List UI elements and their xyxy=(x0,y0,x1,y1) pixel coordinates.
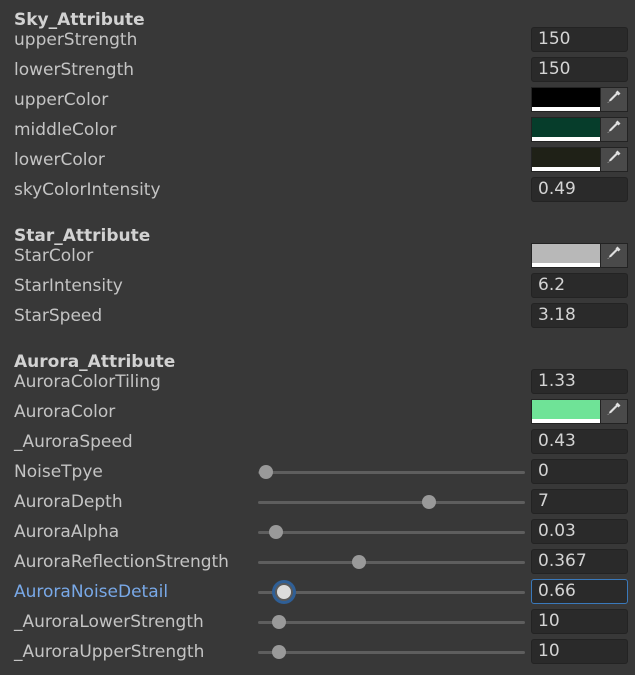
noise-type-slider-track[interactable] xyxy=(258,471,525,474)
label-aurora-color-tiling: AuroraColorTiling xyxy=(14,372,161,392)
label-aurora-speed: _AuroraSpeed xyxy=(14,432,133,452)
row-lower-color: lowerColor xyxy=(0,145,635,175)
aurora-lower-strength-field[interactable]: 10 xyxy=(531,609,628,634)
label-star-intensity: StarIntensity xyxy=(14,276,123,296)
label-lower-strength: lowerStrength xyxy=(14,60,135,80)
aurora-depth-slider-track[interactable] xyxy=(258,501,525,504)
aurora-depth-slider-thumb[interactable] xyxy=(422,495,437,509)
row-star-speed: StarSpeed 3.18 xyxy=(0,301,635,331)
star-color-fill xyxy=(532,244,600,264)
aurora-noise-detail-field[interactable]: 0.66 xyxy=(531,579,628,604)
aurora-upper-strength-slider-thumb[interactable] xyxy=(271,645,286,659)
aurora-noise-detail-slider-thumb[interactable] xyxy=(274,583,293,601)
lower-color-swatch[interactable] xyxy=(531,147,601,172)
aurora-alpha-field[interactable]: 0.03 xyxy=(531,519,628,544)
middle-color-fill xyxy=(532,118,600,138)
upper-color-eyedropper-button[interactable] xyxy=(601,87,628,112)
eyedropper-icon xyxy=(606,89,622,110)
label-aurora-depth: AuroraDepth xyxy=(14,492,123,512)
upper-color-alpha-bar xyxy=(532,107,600,111)
upper-strength-field[interactable]: 150 xyxy=(531,27,628,52)
aurora-color-swatch[interactable] xyxy=(531,399,601,424)
star-intensity-field[interactable]: 6.2 xyxy=(531,273,628,298)
label-lower-color: lowerColor xyxy=(14,150,105,170)
row-star-color: StarColor xyxy=(0,241,635,271)
row-aurora-noise-detail: AuroraNoiseDetail 0.66 xyxy=(0,577,635,607)
lower-color-fill xyxy=(532,148,600,168)
row-aurora-upper-strength: _AuroraUpperStrength 10 xyxy=(0,637,635,667)
sky-color-intensity-field[interactable]: 0.49 xyxy=(531,177,628,202)
row-middle-color: middleColor xyxy=(0,115,635,145)
row-sky-color-intensity: skyColorIntensity 0.49 xyxy=(0,175,635,205)
label-upper-strength: upperStrength xyxy=(14,30,138,50)
label-aurora-color: AuroraColor xyxy=(14,402,116,422)
row-upper-color: upperColor xyxy=(0,85,635,115)
middle-color-alpha-bar xyxy=(532,137,600,141)
aurora-upper-strength-field[interactable]: 10 xyxy=(531,639,628,664)
aurora-lower-strength-slider-thumb[interactable] xyxy=(271,615,286,629)
label-middle-color: middleColor xyxy=(14,120,117,140)
label-aurora-noise-detail: AuroraNoiseDetail xyxy=(14,582,169,602)
row-star-intensity: StarIntensity 6.2 xyxy=(0,271,635,301)
star-color-eyedropper-button[interactable] xyxy=(601,243,628,268)
lower-color-eyedropper-button[interactable] xyxy=(601,147,628,172)
row-lower-strength: lowerStrength 150 xyxy=(0,55,635,85)
star-speed-field[interactable]: 3.18 xyxy=(531,303,628,328)
row-upper-strength: upperStrength 150 xyxy=(0,25,635,55)
aurora-depth-field[interactable]: 7 xyxy=(531,489,628,514)
upper-color-fill xyxy=(532,88,600,108)
aurora-color-tiling-field[interactable]: 1.33 xyxy=(531,369,628,394)
label-aurora-upper-strength: _AuroraUpperStrength xyxy=(14,642,205,662)
middle-color-swatch[interactable] xyxy=(531,117,601,142)
row-aurora-color-tiling: AuroraColorTiling 1.33 xyxy=(0,367,635,397)
aurora-noise-detail-slider-track[interactable] xyxy=(258,591,525,594)
aurora-reflection-strength-slider-thumb[interactable] xyxy=(351,555,366,569)
star-color-swatch[interactable] xyxy=(531,243,601,268)
eyedropper-icon xyxy=(606,245,622,266)
eyedropper-icon xyxy=(606,149,622,170)
aurora-color-fill xyxy=(532,400,600,420)
row-aurora-alpha: AuroraAlpha 0.03 xyxy=(0,517,635,547)
row-aurora-lower-strength: _AuroraLowerStrength 10 xyxy=(0,607,635,637)
upper-color-swatch[interactable] xyxy=(531,87,601,112)
row-aurora-reflection-strength: AuroraReflectionStrength 0.367 xyxy=(0,547,635,577)
aurora-color-alpha-bar xyxy=(532,419,600,423)
aurora-reflection-strength-slider-track[interactable] xyxy=(258,561,525,564)
noise-type-field[interactable]: 0 xyxy=(531,459,628,484)
eyedropper-icon xyxy=(606,401,622,422)
middle-color-eyedropper-button[interactable] xyxy=(601,117,628,142)
lower-strength-field[interactable]: 150 xyxy=(531,57,628,82)
aurora-alpha-slider-track[interactable] xyxy=(258,531,525,534)
row-noise-type: NoiseTpye 0 xyxy=(0,457,635,487)
label-sky-color-intensity: skyColorIntensity xyxy=(14,180,161,200)
label-star-color: StarColor xyxy=(14,246,94,266)
row-aurora-speed: _AuroraSpeed 0.43 xyxy=(0,427,635,457)
aurora-lower-strength-slider-track[interactable] xyxy=(258,621,525,624)
label-upper-color: upperColor xyxy=(14,90,109,110)
aurora-speed-field[interactable]: 0.43 xyxy=(531,429,628,454)
label-noise-type: NoiseTpye xyxy=(14,462,103,482)
label-aurora-reflection-strength: AuroraReflectionStrength xyxy=(14,552,229,572)
star-color-alpha-bar xyxy=(532,263,600,267)
row-aurora-depth: AuroraDepth 7 xyxy=(0,487,635,517)
row-aurora-color: AuroraColor xyxy=(0,397,635,427)
aurora-reflection-strength-field[interactable]: 0.367 xyxy=(531,549,628,574)
lower-color-alpha-bar xyxy=(532,167,600,171)
noise-type-slider-thumb[interactable] xyxy=(259,465,273,479)
label-aurora-lower-strength: _AuroraLowerStrength xyxy=(14,612,204,632)
eyedropper-icon xyxy=(606,119,622,140)
aurora-alpha-slider-thumb[interactable] xyxy=(269,525,284,539)
label-aurora-alpha: AuroraAlpha xyxy=(14,522,120,542)
aurora-color-eyedropper-button[interactable] xyxy=(601,399,628,424)
label-star-speed: StarSpeed xyxy=(14,306,103,326)
aurora-upper-strength-slider-track[interactable] xyxy=(258,651,525,654)
